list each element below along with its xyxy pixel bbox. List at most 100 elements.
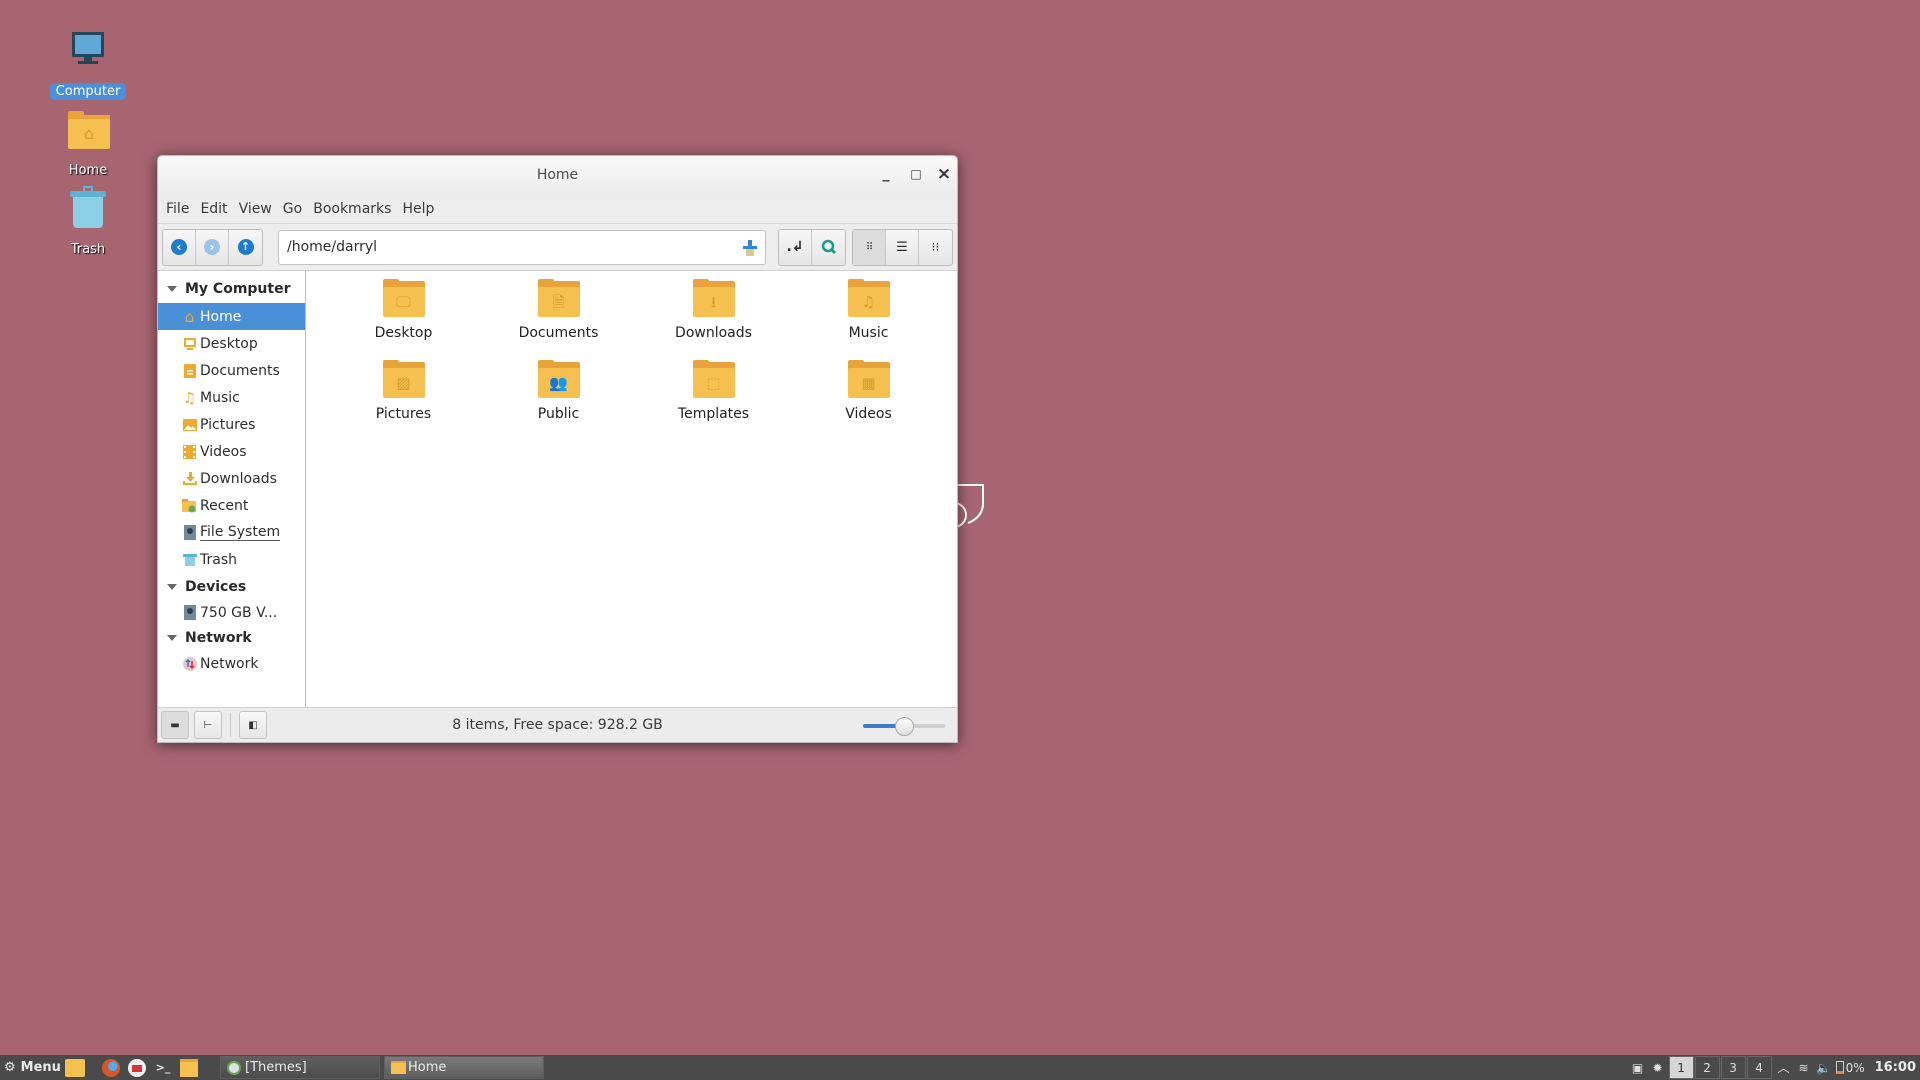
title-bar[interactable]: Home _ □ × bbox=[158, 156, 957, 194]
icon-view-button[interactable]: ⠿ bbox=[853, 229, 886, 265]
desktop-icon-computer[interactable]: Computer bbox=[43, 28, 133, 100]
file-item-downloads[interactable]: ⭳ Downloads bbox=[636, 279, 791, 362]
file-name: Pictures bbox=[375, 406, 432, 422]
toggle-location-button[interactable]: .↲ bbox=[779, 229, 812, 265]
menu-go[interactable]: Go bbox=[283, 199, 302, 219]
sidebar-item-recent[interactable]: Recent bbox=[158, 492, 305, 519]
sidebar-item-home[interactable]: ⌂ Home bbox=[158, 303, 305, 330]
sidebar-item-label: Music bbox=[200, 389, 240, 406]
volume-icon[interactable]: 🔈 bbox=[1814, 1061, 1834, 1075]
workspace-1[interactable]: 1 bbox=[1668, 1056, 1694, 1079]
list-view-button[interactable]: ☰ bbox=[886, 229, 919, 265]
location-input[interactable]: /home/darryl bbox=[278, 229, 766, 265]
video-icon bbox=[182, 444, 197, 459]
back-button[interactable]: ‹ bbox=[163, 229, 196, 265]
recent-icon bbox=[182, 498, 197, 513]
task-home[interactable]: Home bbox=[384, 1056, 544, 1079]
expander-icon[interactable] bbox=[167, 286, 177, 292]
desktop-icon-home[interactable]: ⌂ Home bbox=[43, 107, 133, 179]
zoom-slider-handle[interactable] bbox=[895, 717, 914, 736]
minimize-button[interactable]: _ bbox=[871, 156, 901, 194]
folder-icon: ▬ bbox=[170, 719, 180, 731]
toggle-sidebar-button[interactable]: ◧ bbox=[239, 711, 267, 739]
network-icon bbox=[182, 656, 197, 671]
file-item-public[interactable]: 👥 Public bbox=[481, 360, 636, 443]
document-icon bbox=[182, 363, 197, 378]
desktop-icon-trash[interactable]: Trash bbox=[43, 186, 133, 258]
sidebar-item-file-system[interactable]: File System bbox=[158, 519, 305, 546]
pin-icon[interactable] bbox=[743, 239, 757, 256]
expander-icon[interactable] bbox=[167, 584, 177, 590]
menu-file[interactable]: File bbox=[166, 199, 189, 219]
maximize-button[interactable]: □ bbox=[901, 156, 931, 194]
home-icon: ⌂ bbox=[184, 307, 195, 326]
file-item-music[interactable]: ♫ Music bbox=[791, 279, 946, 362]
sidebar-item-network[interactable]: Network bbox=[158, 652, 305, 675]
music-icon: ♫ bbox=[182, 388, 197, 407]
up-button[interactable]: ↑ bbox=[229, 230, 262, 265]
files-icon bbox=[180, 1058, 198, 1077]
file-item-desktop[interactable]: 🖵 Desktop bbox=[326, 279, 481, 362]
sidebar-item-desktop[interactable]: Desktop bbox=[158, 330, 305, 357]
file-item-videos[interactable]: ▦ Videos bbox=[791, 360, 946, 443]
file-item-documents[interactable]: 🗎 Documents bbox=[481, 279, 636, 362]
clock[interactable]: 16:00 bbox=[1875, 1060, 1916, 1075]
task-label: Home bbox=[408, 1060, 447, 1075]
menu-help[interactable]: Help bbox=[402, 199, 434, 219]
status-bar: ▬ ⊢ ◧ 8 items, Free space: 928.2 GB bbox=[158, 707, 957, 742]
files-launcher[interactable] bbox=[178, 1057, 200, 1079]
firefox-icon bbox=[102, 1058, 120, 1077]
wifi-icon[interactable]: ≋ bbox=[1794, 1061, 1814, 1075]
sidebar-section-network[interactable]: Network bbox=[158, 624, 305, 652]
sidebar-item-label: Documents bbox=[200, 362, 280, 379]
sidebar-item-downloads[interactable]: Downloads bbox=[158, 465, 305, 492]
file-name: Music bbox=[848, 325, 889, 341]
sidebar-section-my-computer[interactable]: My Computer bbox=[158, 275, 305, 303]
file-name: Templates bbox=[677, 406, 750, 422]
mail-icon bbox=[128, 1058, 146, 1077]
brightness-icon[interactable]: ✹ bbox=[1648, 1061, 1668, 1075]
sidebar-item-videos[interactable]: Videos bbox=[158, 438, 305, 465]
forward-button[interactable]: › bbox=[196, 229, 229, 265]
zoom-slider[interactable] bbox=[863, 717, 945, 736]
display-icon[interactable]: ▣ bbox=[1628, 1061, 1648, 1075]
expander-icon[interactable] bbox=[167, 635, 177, 641]
task-themes[interactable]: [Themes] bbox=[220, 1056, 380, 1079]
file-view[interactable]: 🖵 Desktop 🗎 Documents ⭳ Downloads ♫ Music ▨ P… bbox=[306, 270, 957, 707]
file-item-pictures[interactable]: ▨ Pictures bbox=[326, 360, 481, 443]
mail-launcher[interactable] bbox=[126, 1057, 148, 1079]
show-treeview-button[interactable]: ⊢ bbox=[194, 711, 222, 739]
file-item-templates[interactable]: ⬚ Templates bbox=[636, 360, 791, 443]
sidebar-item-750gb-volume[interactable]: 750 GB V... bbox=[158, 601, 305, 624]
menu-edit[interactable]: Edit bbox=[200, 199, 227, 219]
menu-button[interactable]: ⚙ Menu bbox=[0, 1060, 61, 1075]
battery-indicator[interactable]: 0% bbox=[1835, 1060, 1865, 1075]
download-icon bbox=[182, 471, 197, 486]
workspace-3[interactable]: 3 bbox=[1720, 1056, 1746, 1079]
terminal-launcher[interactable]: >_ bbox=[152, 1057, 174, 1079]
sidebar-item-documents[interactable]: Documents bbox=[158, 357, 305, 384]
firefox-launcher[interactable] bbox=[100, 1057, 122, 1079]
show-desktop-icon bbox=[65, 1058, 85, 1077]
sidebar-item-music[interactable]: ♫ Music bbox=[158, 384, 305, 411]
sidebar-item-label: Videos bbox=[200, 443, 247, 460]
sidebar-item-pictures[interactable]: Pictures bbox=[158, 411, 305, 438]
desktop-icon-label: Trash bbox=[70, 242, 106, 257]
menu-bookmarks[interactable]: Bookmarks bbox=[313, 199, 391, 219]
menu-view[interactable]: View bbox=[239, 199, 272, 219]
search-button[interactable] bbox=[812, 230, 845, 265]
workspace-4[interactable]: 4 bbox=[1746, 1056, 1772, 1079]
show-places-button[interactable]: ▬ bbox=[161, 711, 189, 739]
show-desktop-launcher[interactable] bbox=[64, 1057, 86, 1079]
trash-icon bbox=[64, 186, 112, 232]
battery-percent: 0% bbox=[1845, 1060, 1865, 1075]
compact-view-button[interactable]: ⁝⁝ bbox=[919, 230, 952, 265]
content-area: My Computer ⌂ Home Desktop Documents ♫ Mus… bbox=[158, 270, 957, 707]
sidebar-item-trash[interactable]: Trash bbox=[158, 546, 305, 573]
workspace-2[interactable]: 2 bbox=[1694, 1056, 1720, 1079]
section-title: Devices bbox=[185, 579, 247, 595]
close-button[interactable]: × bbox=[929, 156, 959, 194]
sidebar-section-devices[interactable]: Devices bbox=[158, 573, 305, 601]
chevron-up-icon[interactable]: ︿ bbox=[1774, 1059, 1794, 1076]
arrow-up-icon: ↑ bbox=[237, 239, 254, 255]
